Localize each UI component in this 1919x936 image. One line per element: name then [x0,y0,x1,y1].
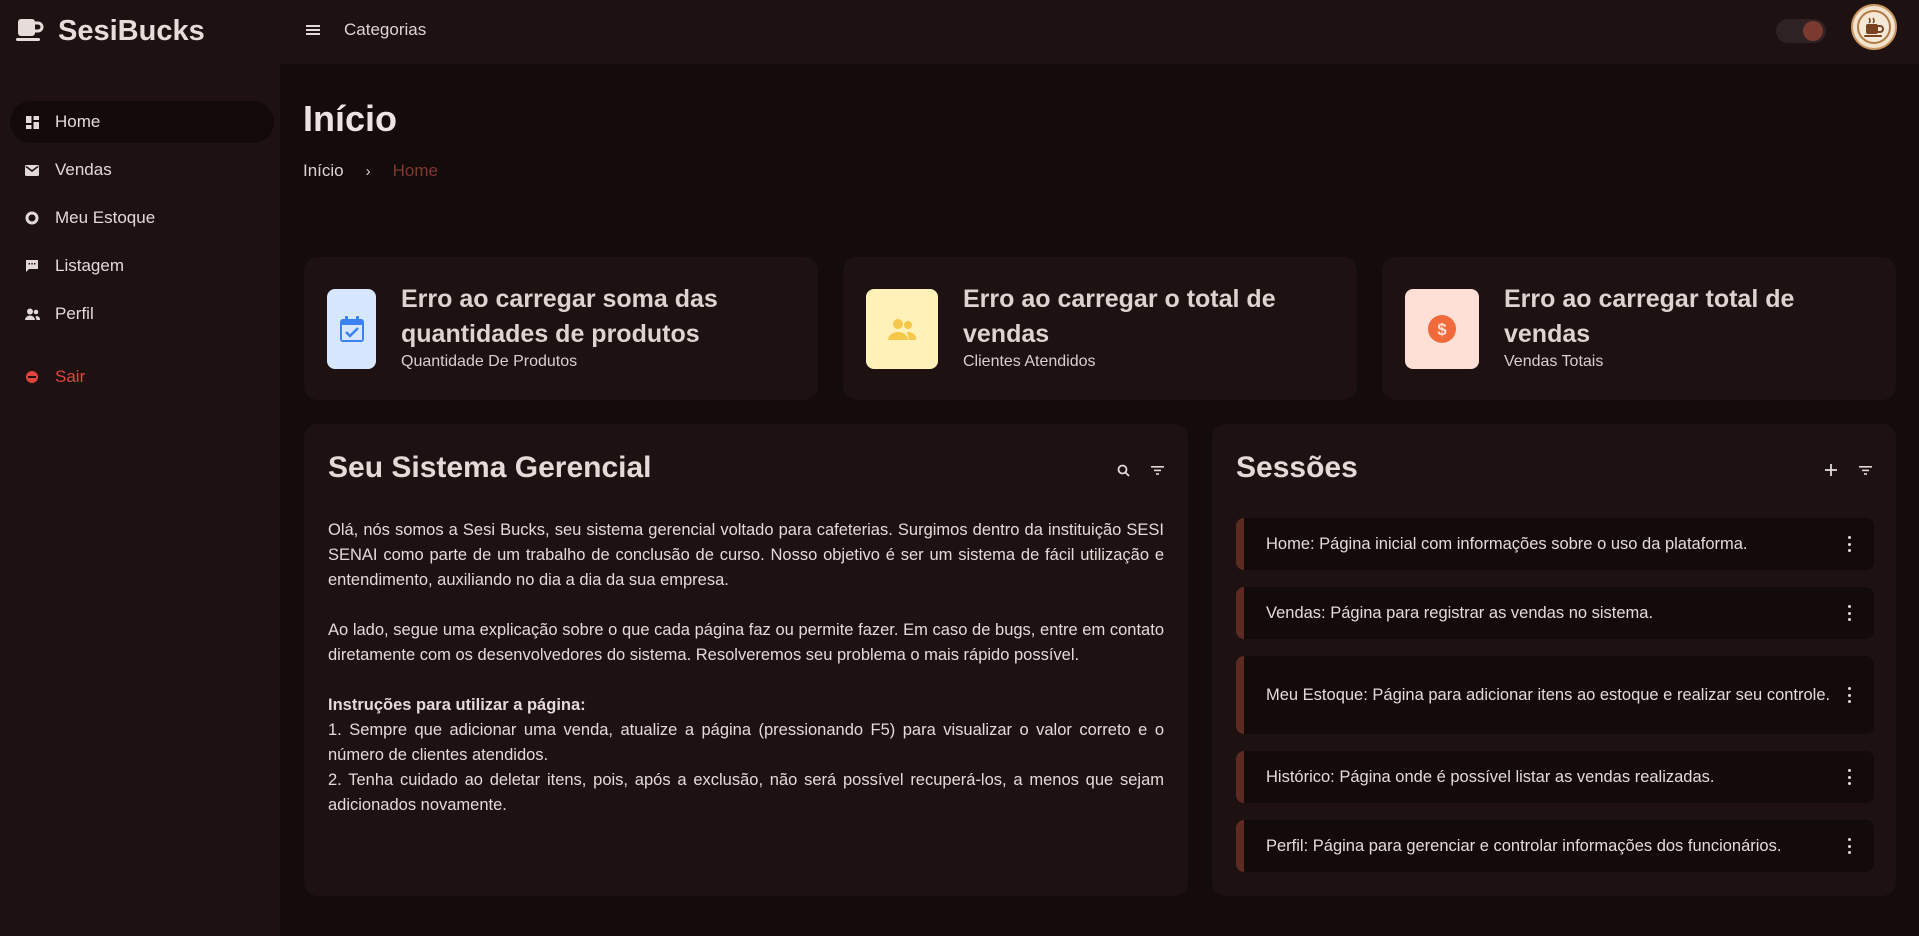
sidebar-item-label: Vendas [55,160,112,179]
sidebar-item-vendas[interactable]: Vendas [10,149,274,191]
session-item[interactable]: Perfil: Página para gerenciar e controla… [1236,820,1874,872]
session-text: Histórico: Página onde é possível listar… [1266,768,1715,786]
sidebar-item-label: Home [55,112,101,131]
logout-icon [23,368,41,386]
stat-title: Erro ao carregar o total de vendas [963,285,1276,348]
sidebar-item-home[interactable]: Home [10,101,274,143]
sidebar-item-meu-estoque[interactable]: Meu Estoque [10,197,274,239]
instruction-item: 1. Sempre que adicionar uma venda, atual… [328,721,1164,764]
chat-icon [23,257,41,275]
session-text: Vendas: Página para registrar as vendas … [1266,604,1654,622]
sidebar-item-listagem[interactable]: Listagem [10,245,274,287]
page-title: Início [303,98,398,139]
sidebar-item-label: Perfil [55,304,94,323]
about-text: Olá, nós somos a Sesi Bucks, seu sistema… [328,518,1164,818]
instruction-item: 2. Tenha cuidado ao deletar itens, pois,… [328,771,1164,814]
more-vert-icon[interactable] [1846,687,1852,703]
instructions-title: Instruções para utilizar a página: [328,696,586,714]
more-vert-icon[interactable] [1846,838,1852,854]
stat-title: Erro ao carregar soma das quantidades de… [401,285,718,348]
about-panel: Seu Sistema Gerencial Olá, nós somos a S… [304,424,1188,896]
breadcrumb-current: Home [392,161,438,180]
more-vert-icon[interactable] [1846,605,1852,621]
svg-text:$: $ [1437,320,1447,339]
search-icon[interactable] [1114,461,1132,479]
categories-link[interactable]: Categorias [344,20,426,40]
top-bar: SesiBucks Categorias [0,0,1919,64]
session-item[interactable]: Vendas: Página para registrar as vendas … [1236,587,1874,639]
theme-toggle[interactable] [1776,19,1826,43]
session-item[interactable]: Home: Página inicial com informações sob… [1236,518,1874,570]
brand-name: SesiBucks [58,14,205,47]
toggle-knob [1803,21,1823,41]
sidebar-item-label: Sair [55,367,86,386]
mail-icon [23,161,41,179]
session-item[interactable]: Meu Estoque: Página para adicionar itens… [1236,656,1874,734]
about-paragraph: Ao lado, segue uma explicação sobre o qu… [328,621,1164,664]
dashboard-icon [23,113,41,131]
sidebar: Home Vendas Meu Estoque Listagem Perfil … [0,64,280,936]
filter-icon[interactable] [1856,461,1874,479]
donut-icon [23,209,41,227]
stat-subtitle: Vendas Totais [1504,353,1604,370]
breadcrumb-separator: › [365,162,371,180]
about-paragraph: Olá, nós somos a Sesi Bucks, seu sistema… [328,521,1164,589]
stat-title: Erro ao carregar total de vendas [1504,285,1795,348]
about-tools [1114,461,1166,479]
more-vert-icon[interactable] [1846,536,1852,552]
calendar-check-icon [327,289,376,369]
sidebar-item-label: Meu Estoque [55,208,156,227]
sessions-tools [1822,461,1874,479]
breadcrumb-root[interactable]: Início [303,161,344,181]
stat-card-products: Erro ao carregar soma das quantidades de… [304,257,818,400]
sidebar-item-label: Listagem [55,256,124,275]
more-vert-icon[interactable] [1846,769,1852,785]
stat-subtitle: Clientes Atendidos [963,353,1096,370]
stat-card-clients: Erro ao carregar o total de vendas Clien… [843,257,1357,400]
session-item[interactable]: Histórico: Página onde é possível listar… [1236,751,1874,803]
sidebar-item-perfil[interactable]: Perfil [10,293,274,335]
sidebar-item-sair[interactable]: Sair [10,356,274,398]
about-title: Seu Sistema Gerencial [328,451,652,484]
avatar[interactable] [1851,4,1897,50]
sessions-panel: Sessões Home: Página inicial com informa… [1212,424,1896,896]
coffee-logo-icon [1857,10,1891,44]
filter-icon[interactable] [1148,461,1166,479]
stat-card-sales: $ Erro ao carregar total de vendas Venda… [1382,257,1896,400]
add-icon[interactable] [1822,461,1840,479]
users-icon [866,289,938,369]
breadcrumb: Início › Home [303,161,438,181]
coffee-cup-icon [16,16,44,47]
dollar-coin-icon: $ [1405,289,1479,369]
hamburger-icon[interactable] [303,18,323,42]
stat-subtitle: Quantidade De Produtos [401,353,578,370]
session-text: Perfil: Página para gerenciar e controla… [1266,837,1782,855]
sessions-title: Sessões [1236,451,1358,484]
session-text: Home: Página inicial com informações sob… [1266,535,1748,553]
session-text: Meu Estoque: Página para adicionar itens… [1266,686,1831,704]
brand[interactable]: SesiBucks [16,12,205,50]
users-icon [23,305,41,323]
